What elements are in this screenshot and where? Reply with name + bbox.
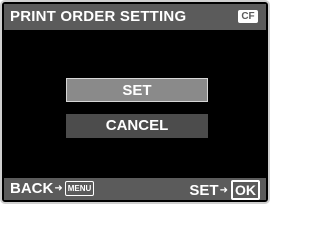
right-arrow-icon: ➜ [54,183,63,194]
cf-card-icon: CF [238,10,258,23]
page-title: PRINT ORDER SETTING [10,8,187,25]
right-arrow-icon: ➜ [219,184,228,196]
camera-screen: PRINT ORDER SETTING CF SET CANCEL BACK ➜… [0,0,270,204]
back-label: BACK [10,180,54,197]
footer-bar: BACK ➜ MENU SET ➜ OK [4,178,266,200]
ok-button-icon: OK [231,180,260,200]
set-hint-label: SET [189,181,219,199]
menu-button-icon: MENU [64,181,95,196]
back-hint[interactable]: BACK ➜ MENU [10,180,95,197]
cancel-button[interactable]: CANCEL [66,114,208,138]
set-hint[interactable]: SET ➜ OK [189,180,260,200]
set-button[interactable]: SET [66,78,208,102]
title-bar: PRINT ORDER SETTING CF [4,4,266,30]
